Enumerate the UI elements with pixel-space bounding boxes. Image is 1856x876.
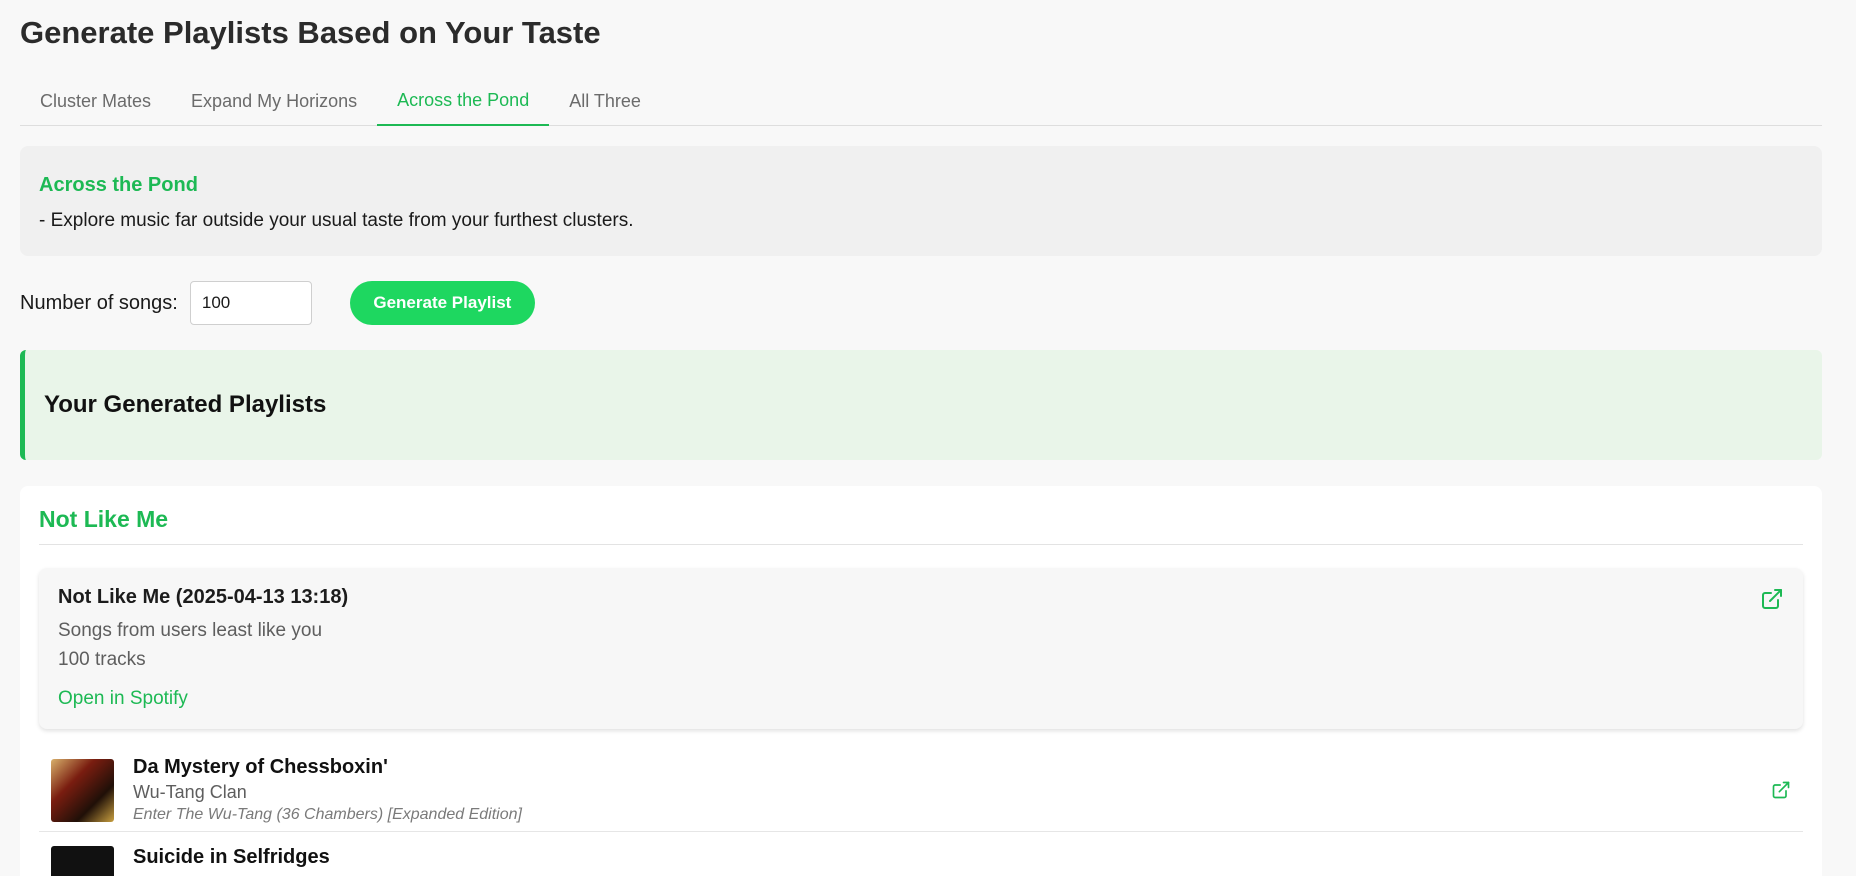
- mode-info-description: - Explore music far outside your usual t…: [39, 210, 634, 231]
- track-list: Da Mystery of Chessboxin' Wu-Tang Clan E…: [39, 749, 1803, 876]
- album-cover: [51, 846, 114, 876]
- tab-all-three[interactable]: All Three: [549, 76, 661, 126]
- playlist-name: Not Like Me: [39, 486, 1803, 545]
- playlist-info-box: Not Like Me (2025-04-13 13:18) Songs fro…: [39, 568, 1803, 729]
- generated-playlists-banner: Your Generated Playlists: [20, 350, 1822, 460]
- external-link-icon[interactable]: [1771, 780, 1791, 800]
- playlist-info-title: Not Like Me (2025-04-13 13:18): [58, 586, 349, 608]
- playlist-track-count: 100 tracks: [58, 649, 146, 670]
- track-details: Suicide in Selfridges: [133, 846, 330, 869]
- track-details: Da Mystery of Chessboxin' Wu-Tang Clan E…: [133, 756, 522, 824]
- mode-info-title: Across the Pond: [39, 174, 198, 196]
- track-artist: Wu-Tang Clan: [133, 782, 247, 802]
- playlist-controls: Number of songs: Generate Playlist: [20, 281, 535, 325]
- track-row: Da Mystery of Chessboxin' Wu-Tang Clan E…: [39, 749, 1803, 832]
- generated-playlists-heading: Your Generated Playlists: [44, 391, 327, 418]
- external-link-icon[interactable]: [1760, 587, 1784, 611]
- page-title: Generate Playlists Based on Your Taste: [20, 15, 601, 50]
- tab-expand-my-horizons[interactable]: Expand My Horizons: [171, 76, 377, 126]
- mode-info-box: Across the Pond - Explore music far outs…: [20, 146, 1822, 256]
- album-cover: [51, 758, 114, 822]
- tab-cluster-mates[interactable]: Cluster Mates: [20, 76, 171, 126]
- track-row: Suicide in Selfridges: [39, 832, 1803, 876]
- song-count-label: Number of songs:: [20, 291, 178, 314]
- track-album: Enter The Wu-Tang (36 Chambers) [Expande…: [133, 806, 522, 823]
- open-in-spotify-link[interactable]: Open in Spotify: [58, 688, 188, 710]
- tab-across-the-pond[interactable]: Across the Pond: [377, 76, 550, 126]
- track-title: Da Mystery of Chessboxin': [133, 756, 388, 778]
- playlist-card: Not Like Me Not Like Me (2025-04-13 13:1…: [20, 486, 1822, 876]
- track-title: Suicide in Selfridges: [133, 846, 330, 868]
- song-count-input[interactable]: [189, 281, 312, 325]
- tab-bar: Cluster Mates Expand My Horizons Across …: [20, 76, 1822, 126]
- playlist-info-description: Songs from users least like you: [58, 620, 323, 641]
- generate-playlist-button[interactable]: Generate Playlist: [349, 281, 535, 325]
